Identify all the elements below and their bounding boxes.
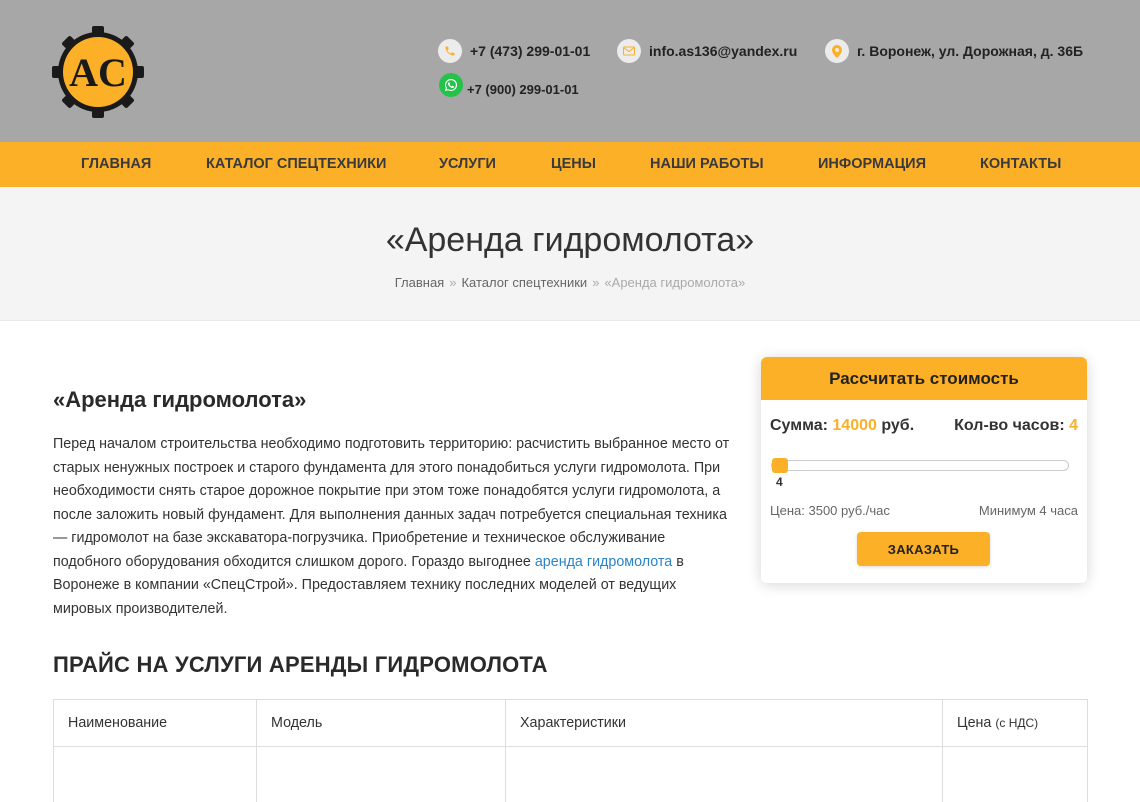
address-text: г. Воронеж, ул. Дорожная, д. 36Б <box>857 43 1084 59</box>
price-vat-note: (с НДС) <box>995 716 1039 730</box>
map-pin-icon <box>825 39 849 63</box>
price-header-text: Цена <box>957 715 992 731</box>
hours-label: Кол-во часов: <box>954 417 1065 434</box>
table-cell <box>53 746 257 802</box>
nav-item-info[interactable]: Информация <box>818 142 926 187</box>
breadcrumb-separator: » <box>449 275 457 290</box>
col-header-specs: Характеристики <box>505 699 943 747</box>
cost-calculator: Рассчитать стоимость Сумма: 14000 руб. К… <box>761 357 1087 583</box>
breadcrumb-catalog[interactable]: Каталог спецтехники <box>461 275 587 290</box>
order-button[interactable]: ЗАКАЗАТЬ <box>857 532 990 566</box>
sum-value: 14000 <box>832 417 877 434</box>
paragraph-text-before: Перед началом строительства необходимо п… <box>53 436 730 570</box>
calc-hours: Кол-во часов: 4 <box>954 417 1078 435</box>
logo-text: AC <box>69 50 127 95</box>
main-nav: Главная Каталог спецтехники Услуги Цены … <box>0 142 1140 187</box>
rent-hydrohammer-link[interactable]: аренда гидромолота <box>535 554 672 570</box>
price-per-hour: Цена: 3500 руб./час <box>770 503 890 518</box>
article-heading: «Аренда гидромолота» <box>53 387 307 412</box>
nav-item-contacts[interactable]: Контакты <box>980 142 1061 187</box>
hours-value: 4 <box>1069 417 1078 434</box>
table-header-row: Наименование Модель Характеристики Цена … <box>53 699 1088 747</box>
price-table: Наименование Модель Характеристики Цена … <box>53 699 1088 802</box>
contact-address[interactable]: г. Воронеж, ул. Дорожная, д. 36Б <box>825 39 1083 63</box>
sum-unit: руб. <box>881 417 915 434</box>
phone-whatsapp-text: +7 (900) 299-01-01 <box>467 81 579 97</box>
price-heading: ПРАЙС НА УСЛУГИ АРЕНДЫ ГИДРОМОЛОТА <box>53 652 548 677</box>
slider-value: 4 <box>776 475 783 489</box>
phone-icon <box>438 39 462 63</box>
col-header-name: Наименование <box>53 699 257 747</box>
calculator-title: Рассчитать стоимость <box>761 357 1087 400</box>
nav-item-works[interactable]: Наши работы <box>650 142 764 187</box>
hours-slider[interactable] <box>771 458 1069 473</box>
minimum-hours: Минимум 4 часа <box>978 503 1078 518</box>
breadcrumb-separator: » <box>592 275 600 290</box>
breadcrumb: Главная » Каталог спецтехники » «Аренда гидр… <box>0 275 1140 290</box>
phone-primary-text: +7 (473) 299-01-01 <box>470 43 591 59</box>
email-text: info.as136@yandex.ru <box>649 43 798 59</box>
contact-phone-primary[interactable]: +7 (473) 299-01-01 <box>438 39 590 63</box>
table-cell <box>942 746 1088 802</box>
table-row <box>53 746 1088 802</box>
whatsapp-icon <box>439 73 463 97</box>
nav-item-services[interactable]: Услуги <box>439 142 496 187</box>
breadcrumb-current: «Аренда гидромолота» <box>604 275 746 290</box>
article-paragraph: Перед началом строительства необходимо п… <box>53 433 733 621</box>
page-title-band: «Аренда гидромолота» Главная » Каталог спе… <box>0 187 1140 321</box>
col-header-price: Цена (с НДС) <box>942 699 1088 747</box>
contact-email[interactable]: info.as136@yandex.ru <box>617 39 797 63</box>
breadcrumb-home[interactable]: Главная <box>395 275 444 290</box>
slider-handle[interactable] <box>772 458 788 473</box>
nav-item-catalog[interactable]: Каталог спецтехники <box>206 142 386 187</box>
envelope-icon <box>617 39 641 63</box>
site-header: AC +7 (473) 299-01-01 info.as136@yandex.… <box>0 0 1140 142</box>
col-header-model: Модель <box>256 699 506 747</box>
nav-item-home[interactable]: Главная <box>81 142 151 187</box>
nav-item-prices[interactable]: Цены <box>551 142 596 187</box>
company-logo[interactable]: AC <box>52 26 144 118</box>
table-cell <box>256 746 506 802</box>
sum-label: Сумма: <box>770 417 828 434</box>
calc-sum: Сумма: 14000 руб. <box>770 417 914 435</box>
page-title: «Аренда гидромолота» <box>385 221 755 259</box>
table-cell <box>505 746 943 802</box>
contact-whatsapp[interactable]: +7 (900) 299-01-01 <box>439 73 579 97</box>
